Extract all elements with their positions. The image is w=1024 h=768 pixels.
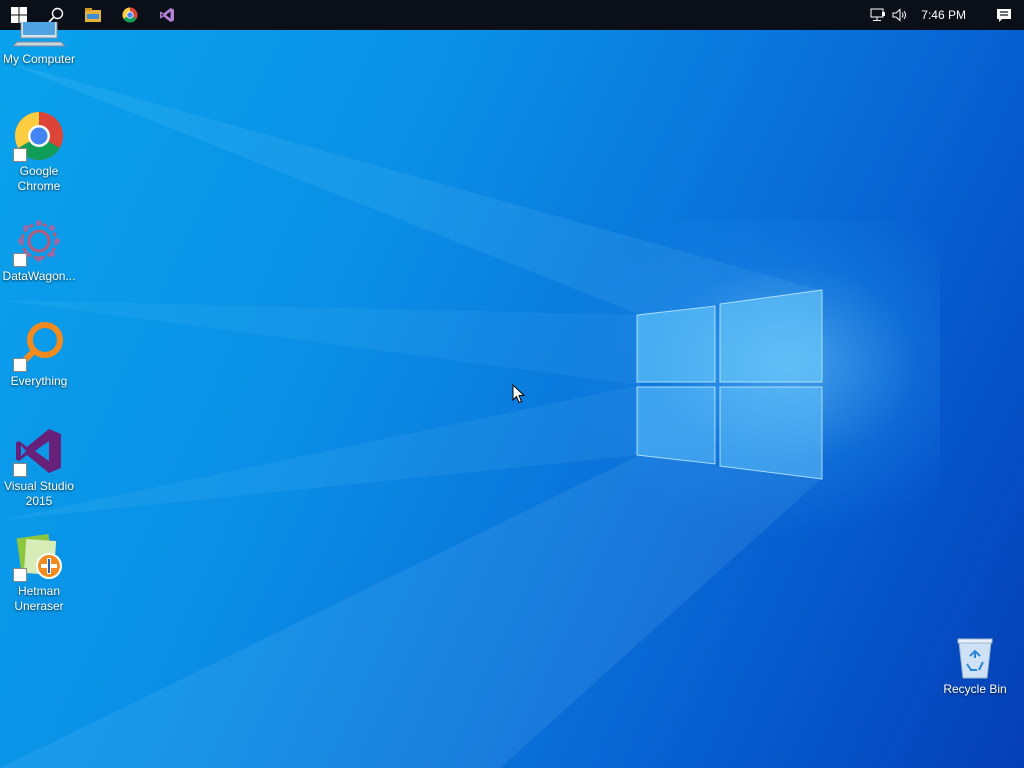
desktop-icon-label: Hetman Uneraser	[14, 584, 64, 613]
desktop-icon-everything[interactable]: Everything	[0, 320, 78, 389]
desktop-icon-label: Recycle Bin	[943, 682, 1007, 696]
desktop-icon-my-computer[interactable]: My Computer	[0, 22, 78, 67]
recycle-bin-icon	[957, 638, 993, 679]
desktop-icon-datawagon[interactable]: DataWagon...	[0, 215, 78, 284]
desktop-icon-label: DataWagon...	[2, 269, 76, 283]
taskbar-clock[interactable]: 7:46 PM	[911, 8, 984, 22]
shortcut-arrow-icon	[13, 253, 27, 267]
chrome-icon	[121, 7, 137, 23]
shortcut-arrow-icon	[13, 148, 27, 162]
system-tray: 7:46 PM	[867, 0, 1024, 30]
wallpaper-glow	[560, 220, 940, 540]
shortcut-arrow-icon	[13, 358, 27, 372]
visual-studio-taskbar-button[interactable]	[148, 0, 185, 30]
desktop-icon-label: Visual Studio 2015	[4, 479, 74, 508]
network-button[interactable]	[867, 0, 889, 30]
shortcut-arrow-icon	[13, 463, 27, 477]
desktop-icon-recycle-bin[interactable]: Recycle Bin	[936, 636, 1014, 697]
desktop-icon-label: Google Chrome	[17, 164, 61, 193]
file-explorer-button[interactable]	[74, 0, 111, 30]
windows-logo-icon	[10, 7, 27, 23]
action-center-button[interactable]	[984, 0, 1024, 30]
volume-button[interactable]	[889, 0, 911, 30]
mouse-cursor-icon	[512, 384, 526, 404]
volume-icon	[892, 8, 907, 22]
action-center-icon	[997, 8, 1011, 22]
desktop-icon-google-chrome[interactable]: Google Chrome	[0, 110, 78, 194]
shortcut-arrow-icon	[13, 568, 27, 582]
desktop-icon-hetman-uneraser[interactable]: Hetman Uneraser	[0, 530, 78, 614]
visual-studio-icon	[159, 8, 174, 22]
network-icon	[870, 8, 886, 21]
desktop-icon-label: Everything	[10, 374, 68, 388]
search-icon	[47, 7, 63, 23]
desktop-icon-visual-studio-2015[interactable]: Visual Studio 2015	[0, 425, 78, 509]
desktop-icon-label: My Computer	[2, 52, 76, 66]
computer-icon	[13, 22, 65, 47]
desktop[interactable]: 7:46 PM My Computer Google Chrome DataWa…	[0, 0, 1024, 768]
taskbar: 7:46 PM	[0, 0, 1024, 30]
folder-icon	[84, 8, 101, 22]
chrome-taskbar-button[interactable]	[111, 0, 148, 30]
